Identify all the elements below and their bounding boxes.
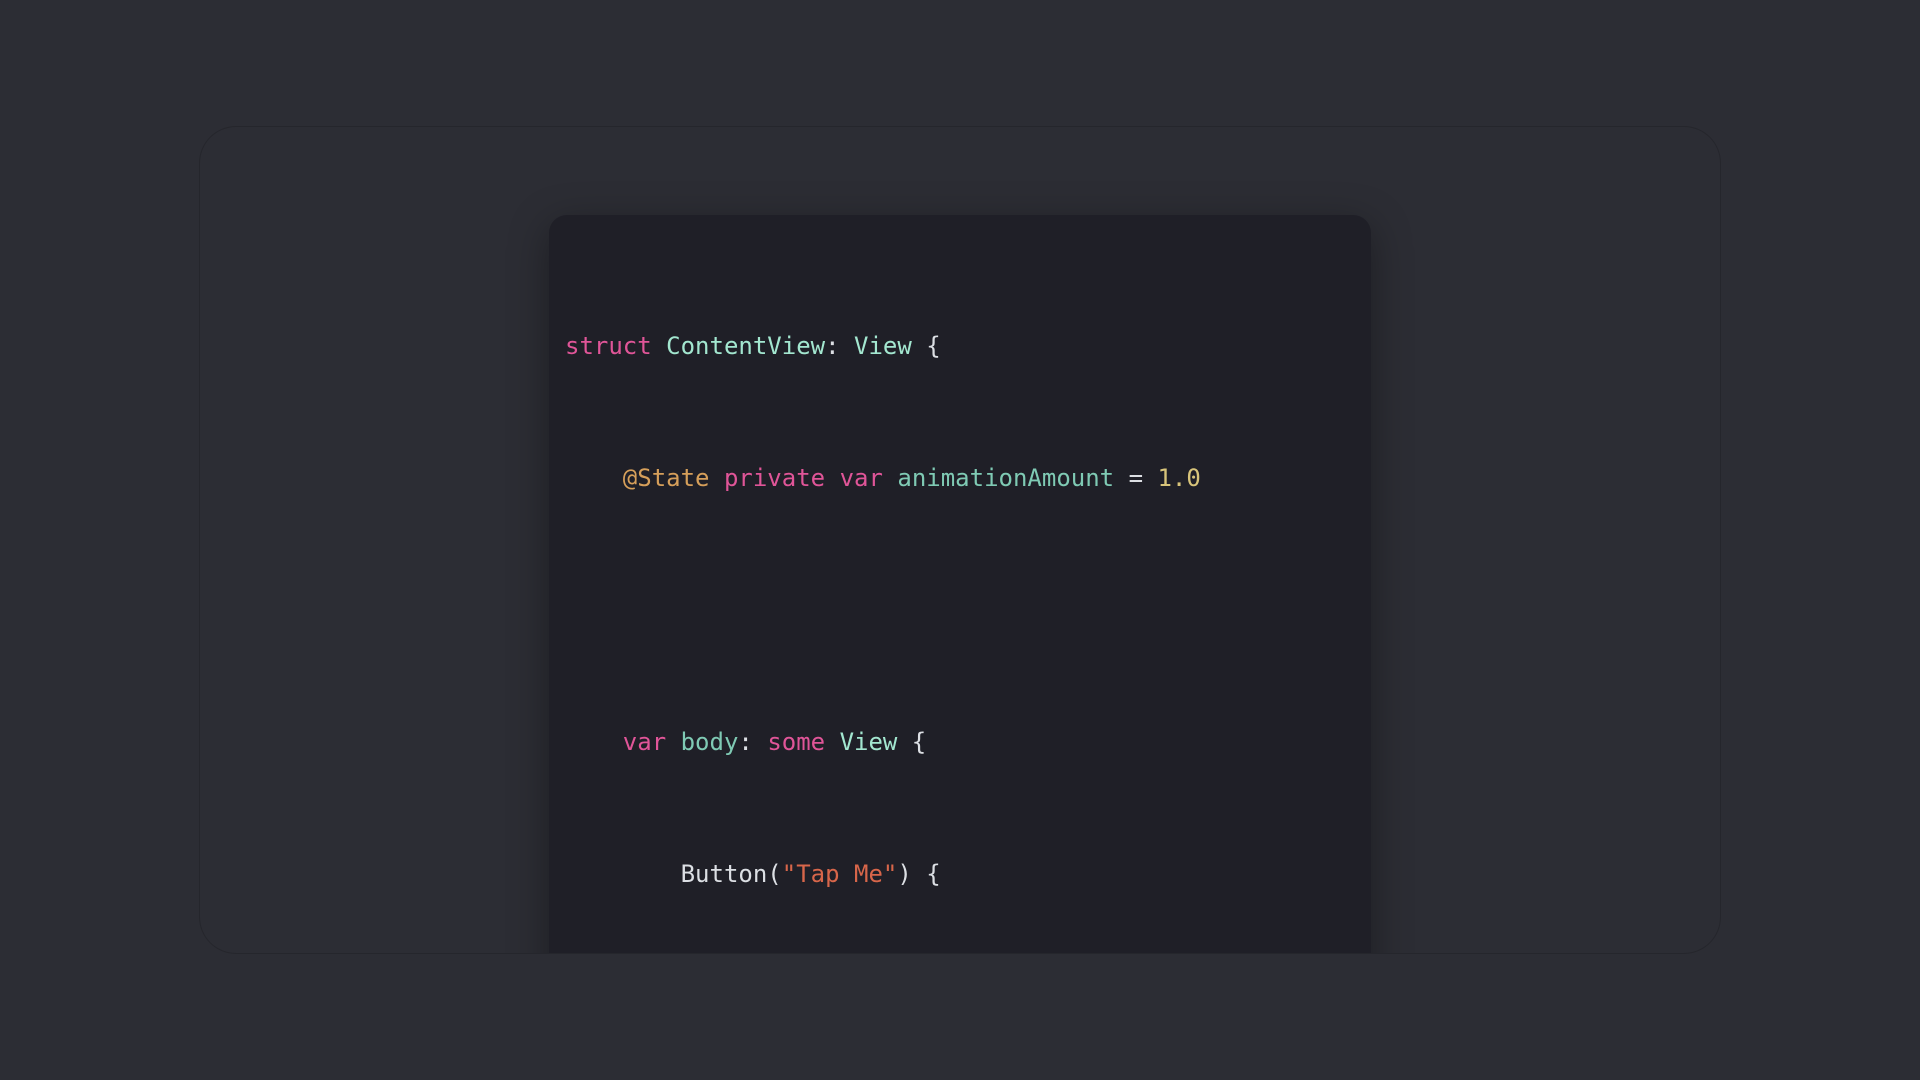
keyword-some: some — [767, 728, 825, 756]
code-line[interactable]: @State private var animationAmount = 1.0 — [549, 462, 1371, 495]
call-button: Button — [681, 860, 768, 888]
keyword-struct: struct — [565, 332, 652, 360]
type-contentview: ContentView — [666, 332, 825, 360]
code-editor[interactable]: struct ContentView: View { @State privat… — [549, 215, 1371, 953]
code-line[interactable]: Button("Tap Me") { — [549, 858, 1371, 891]
identifier-body: body — [681, 728, 739, 756]
attribute-state: @State — [623, 464, 710, 492]
code-line[interactable] — [549, 594, 1371, 627]
string-literal: "Tap Me" — [782, 860, 898, 888]
code-line[interactable]: var body: some View { — [549, 726, 1371, 759]
code-block[interactable]: struct ContentView: View { @State privat… — [549, 231, 1371, 953]
type-view: View — [854, 332, 912, 360]
background-panel: struct ContentView: View { @State privat… — [200, 127, 1720, 953]
keyword-private: private — [724, 464, 825, 492]
code-line[interactable]: struct ContentView: View { — [549, 330, 1371, 363]
identifier-animationamount: animationAmount — [897, 464, 1114, 492]
number-literal: 1.0 — [1157, 464, 1200, 492]
keyword-var: var — [623, 728, 666, 756]
keyword-var: var — [840, 464, 883, 492]
type-view: View — [840, 728, 898, 756]
